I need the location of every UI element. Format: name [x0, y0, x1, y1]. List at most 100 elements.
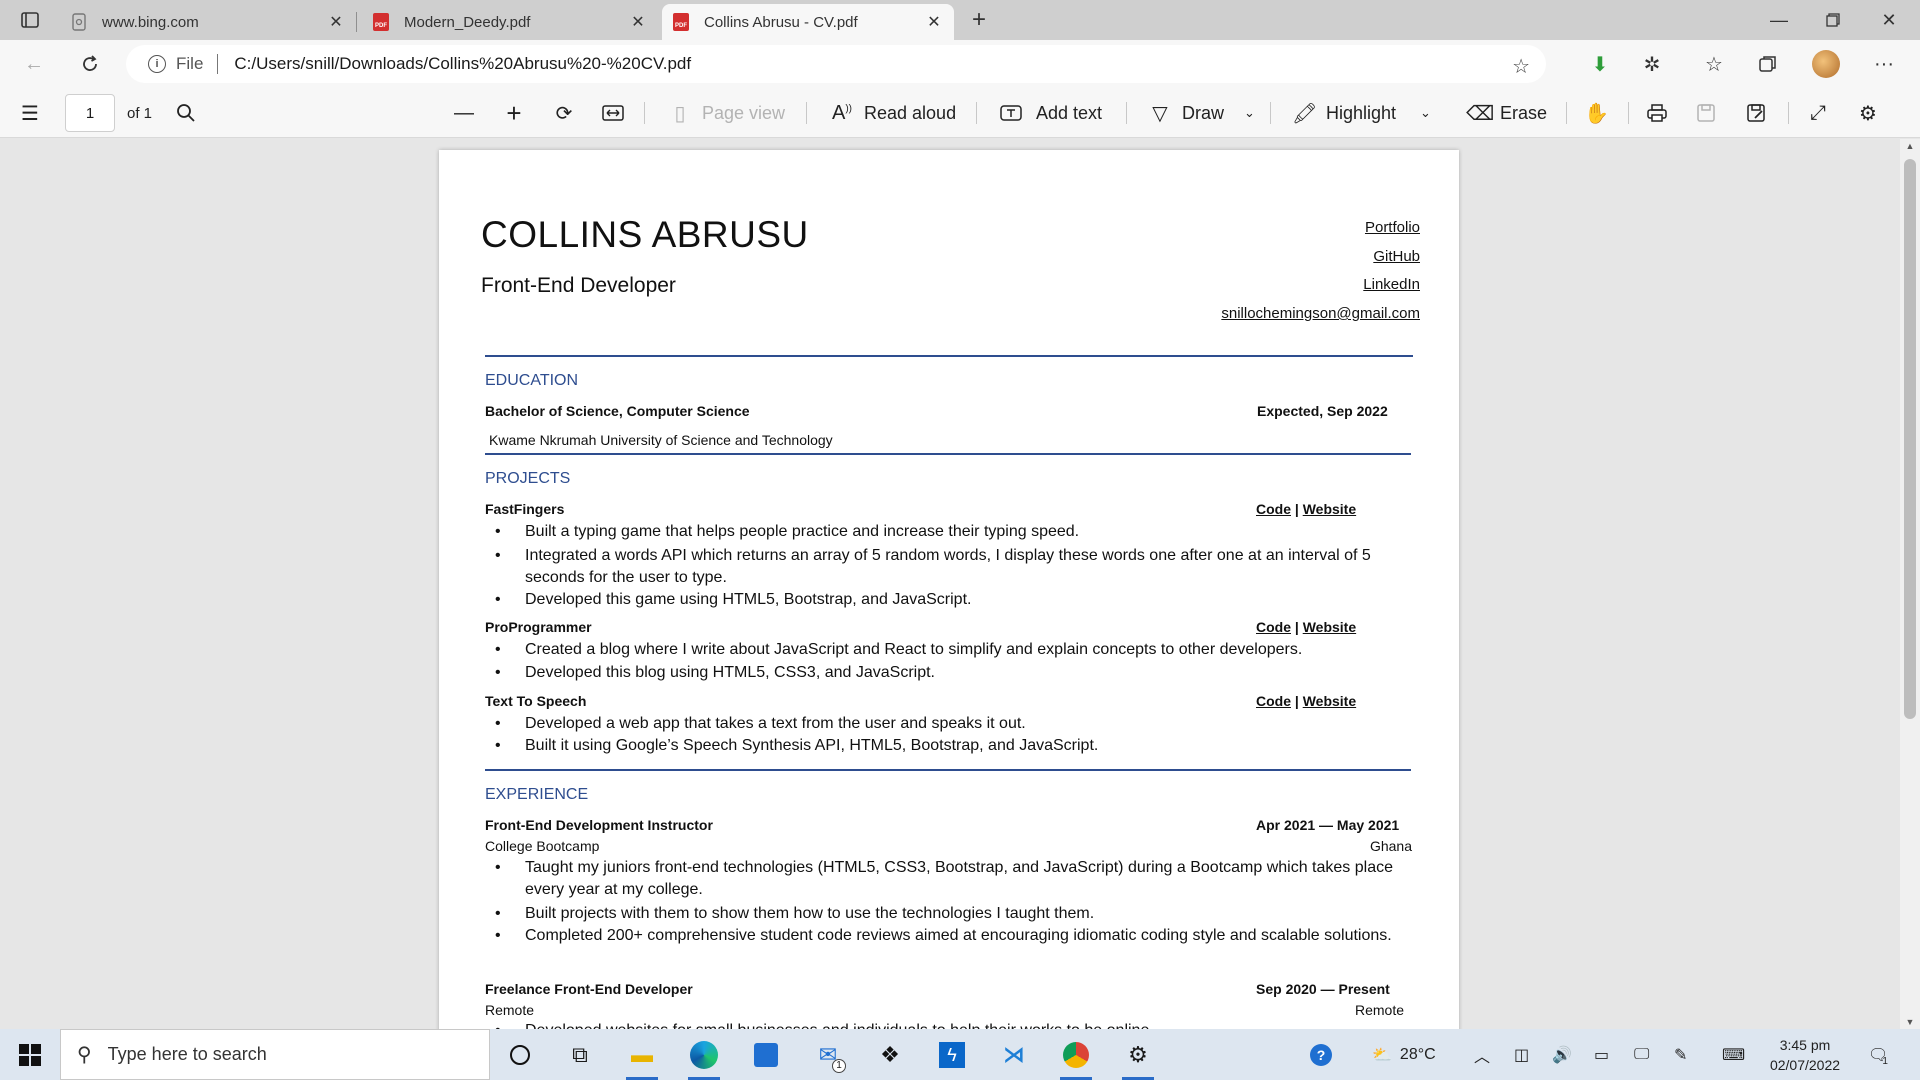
- settings-app-button[interactable]: ⚙: [1116, 1037, 1160, 1080]
- profile-button[interactable]: [1810, 48, 1842, 80]
- add-text-button[interactable]: Add text: [1000, 98, 1102, 128]
- meet-now-icon[interactable]: ◫: [1514, 1029, 1529, 1080]
- email-link[interactable]: snillochemingson@gmail.com: [1221, 305, 1420, 322]
- refresh-button[interactable]: [74, 48, 106, 80]
- pdf-settings-button[interactable]: ⚙: [1856, 98, 1890, 128]
- tab-bing[interactable]: www.bing.com ✕: [60, 4, 357, 40]
- collections-icon: [1759, 56, 1776, 72]
- page-count: of 1: [127, 104, 153, 122]
- website-link[interactable]: Website: [1303, 693, 1356, 709]
- vertical-scrollbar[interactable]: ▲ ▼: [1900, 139, 1920, 1029]
- url-scheme: File: [176, 54, 204, 73]
- contents-button[interactable]: ☰: [18, 98, 52, 128]
- toolbar-divider: [1126, 102, 1127, 124]
- clock[interactable]: 3:45 pm 02/07/2022: [1760, 1035, 1850, 1075]
- cortana-button[interactable]: [498, 1037, 542, 1073]
- code-link[interactable]: Code: [1256, 619, 1291, 635]
- task-view-icon: ⧉: [572, 1042, 588, 1067]
- code-link[interactable]: Code: [1256, 693, 1291, 709]
- download-extension-button[interactable]: ⬇: [1584, 48, 1616, 80]
- draw-label: Draw: [1182, 102, 1225, 123]
- new-tab-button[interactable]: +: [966, 8, 992, 34]
- zoom-out-button[interactable]: —: [452, 98, 486, 128]
- tab-modern-deedy[interactable]: PDF Modern_Deedy.pdf ✕: [362, 4, 658, 40]
- extensions-button[interactable]: ✲: [1636, 48, 1668, 80]
- find-button[interactable]: [176, 98, 196, 128]
- store-button[interactable]: [744, 1037, 788, 1073]
- highlight-options-dropdown[interactable]: ⌄: [1420, 98, 1431, 128]
- print-icon: [1647, 104, 1667, 122]
- mail-button[interactable]: ✉ 1: [806, 1037, 850, 1073]
- list-item: • Built projects with them to show them h…: [495, 905, 1095, 922]
- github-link[interactable]: GitHub: [1373, 248, 1420, 265]
- read-aloud-button[interactable]: A)) Read aloud: [830, 98, 956, 128]
- fullscreen-button[interactable]: ⤢: [1806, 98, 1840, 128]
- print-button[interactable]: [1646, 98, 1668, 128]
- tab-actions-button[interactable]: [12, 8, 48, 32]
- rotate-button[interactable]: ⟳: [552, 98, 586, 128]
- scroll-down-icon[interactable]: ▼: [1900, 1017, 1920, 1027]
- draw-options-dropdown[interactable]: ⌄: [1244, 98, 1255, 128]
- read-aloud-label: Read aloud: [864, 102, 957, 123]
- close-window-button[interactable]: ✕: [1862, 0, 1916, 40]
- save-as-button[interactable]: [1746, 98, 1766, 128]
- notification-badge: 1: [1882, 1056, 1888, 1067]
- battery-icon[interactable]: ▭: [1594, 1029, 1609, 1080]
- show-hidden-icons-button[interactable]: ︿: [1474, 1029, 1490, 1080]
- volume-icon[interactable]: 🔊: [1552, 1029, 1572, 1080]
- avatar: [1812, 50, 1840, 78]
- save-button[interactable]: [1696, 98, 1716, 128]
- dropbox-button[interactable]: ❖: [868, 1037, 912, 1073]
- zoom-in-button[interactable]: +: [502, 98, 536, 128]
- website-link[interactable]: Website: [1303, 619, 1356, 635]
- favorites-button[interactable]: ☆: [1698, 48, 1730, 80]
- back-button[interactable]: ←: [18, 48, 50, 80]
- help-tray-icon[interactable]: ?: [1310, 1029, 1332, 1080]
- page-number-input[interactable]: 1: [65, 94, 115, 132]
- erase-button[interactable]: ⌫ Erase: [1466, 98, 1547, 128]
- store-bag-icon: [754, 1043, 778, 1067]
- tab-title: www.bing.com: [102, 13, 199, 31]
- scrollbar-thumb[interactable]: [1904, 159, 1916, 719]
- touch-select-button[interactable]: ✋: [1584, 98, 1618, 128]
- chrome-button[interactable]: [1054, 1037, 1098, 1080]
- network-icon[interactable]: 🖵: [1634, 1029, 1649, 1080]
- vscode-button[interactable]: ⋊: [992, 1037, 1036, 1073]
- task-view-button[interactable]: ⧉: [558, 1037, 602, 1073]
- minus-icon: —: [454, 101, 474, 124]
- linkedin-link[interactable]: LinkedIn: [1363, 276, 1420, 293]
- collections-button[interactable]: [1752, 48, 1784, 80]
- taskbar-search-input[interactable]: ⚲ Type here to search: [60, 1029, 490, 1080]
- website-link[interactable]: Website: [1303, 501, 1356, 517]
- close-tab-icon[interactable]: ✕: [924, 12, 944, 32]
- close-tab-icon[interactable]: ✕: [628, 12, 648, 32]
- page-view-icon: ▯: [674, 102, 686, 125]
- settings-more-button[interactable]: ···: [1868, 48, 1900, 80]
- draw-button[interactable]: ▽ Draw: [1148, 98, 1224, 128]
- pen-workspace-icon[interactable]: ✎: [1674, 1029, 1687, 1080]
- fit-width-button[interactable]: [602, 98, 624, 128]
- add-favorite-icon[interactable]: ☆: [1512, 54, 1530, 79]
- tab-collins-cv[interactable]: PDF Collins Abrusu - CV.pdf ✕: [662, 4, 954, 40]
- code-link[interactable]: Code: [1256, 501, 1291, 517]
- address-input[interactable]: i File C:/Users/snill/Downloads/Collins%…: [126, 45, 1546, 83]
- clock-date: 02/07/2022: [1769, 1057, 1841, 1073]
- minimize-button[interactable]: —: [1752, 0, 1806, 40]
- highlight-button[interactable]: 🖍 Highlight: [1292, 98, 1396, 128]
- edge-button[interactable]: [682, 1037, 726, 1080]
- gear-icon: ⚙: [1859, 102, 1877, 125]
- scroll-up-icon[interactable]: ▲: [1900, 141, 1920, 151]
- touch-keyboard-icon[interactable]: ⌨: [1722, 1029, 1745, 1080]
- start-button[interactable]: [0, 1029, 60, 1080]
- page-view-button[interactable]: ▯ Page view: [668, 98, 785, 128]
- power-automate-button[interactable]: ϟ: [930, 1037, 974, 1073]
- weather-widget[interactable]: ⛅ 28°C: [1372, 1029, 1436, 1080]
- file-explorer-button[interactable]: ▬: [620, 1037, 664, 1080]
- toolbar-divider: [806, 102, 807, 124]
- site-info-icon[interactable]: i: [148, 55, 166, 73]
- notification-center-button[interactable]: 🗨 1: [1868, 1029, 1888, 1080]
- restore-button[interactable]: [1806, 0, 1860, 40]
- portfolio-link[interactable]: Portfolio: [1365, 219, 1420, 236]
- close-tab-icon[interactable]: ✕: [326, 12, 346, 32]
- toolbar-divider: [1566, 102, 1567, 124]
